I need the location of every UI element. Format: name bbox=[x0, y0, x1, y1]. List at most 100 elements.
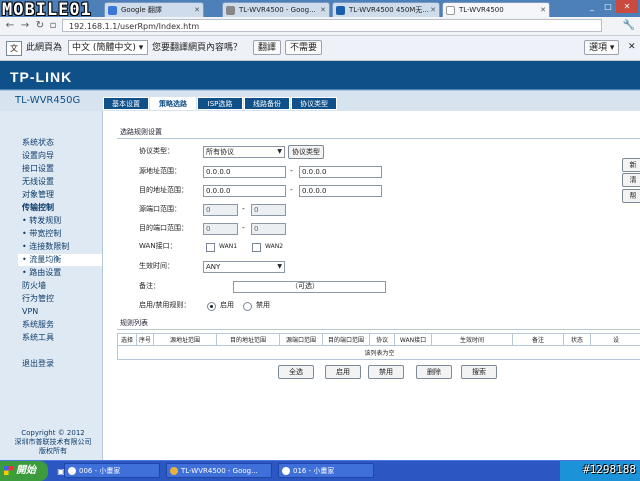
close-tab-icon[interactable]: ✕ bbox=[430, 3, 436, 17]
help-button[interactable]: 帮 bbox=[622, 189, 640, 203]
wan1-checkbox[interactable] bbox=[206, 243, 215, 252]
empty-list-text: 该列表为空 bbox=[118, 346, 640, 360]
paint-icon bbox=[68, 467, 76, 475]
src-port-label: 源端口范围： bbox=[139, 204, 181, 215]
tab-label: Google 翻譯 bbox=[121, 6, 162, 14]
sidebar-item-transfer-control[interactable]: 传输控制 bbox=[22, 202, 54, 214]
minimize-icon[interactable]: _ bbox=[584, 0, 600, 13]
main-content: 选路规则设置 协议类型： 所有协议▼ 协议类型 源地址范围： 0.0.0.0 -… bbox=[103, 111, 640, 460]
src-port-to-input[interactable]: 0 bbox=[251, 204, 286, 216]
wrench-icon[interactable]: 🔧 bbox=[622, 19, 636, 32]
tab-router-admin[interactable]: TL-WVR4500 ✕ bbox=[442, 2, 550, 17]
enable-radio[interactable] bbox=[207, 302, 216, 311]
chevron-down-icon: ▼ bbox=[277, 147, 282, 157]
translate-bar: 文 此網頁為 中文 (簡體中文) ▾ 您要翻譯網頁內容嗎？ 翻譯 不需要 選項 … bbox=[0, 36, 640, 61]
tab-basic-settings[interactable]: 基本设置 bbox=[103, 97, 149, 110]
col-dst-port: 目的端口范围 bbox=[323, 334, 370, 346]
protocol-select[interactable]: 所有协议 ▼ bbox=[203, 146, 285, 158]
tab-protocol-type[interactable]: 协议类型 bbox=[291, 97, 337, 110]
back-icon[interactable]: ← bbox=[3, 18, 17, 33]
sidebar-item-load-balance[interactable]: • 流量均衡 bbox=[18, 254, 102, 266]
translate-icon: 文 bbox=[6, 41, 22, 56]
close-translate-icon[interactable]: ✕ bbox=[628, 41, 636, 53]
col-note: 备注 bbox=[513, 334, 564, 346]
col-src-addr: 源地址范围 bbox=[154, 334, 217, 346]
disable-button[interactable]: 禁用 bbox=[368, 365, 404, 379]
sidebar-item-wireless[interactable]: 无线设置 bbox=[22, 176, 54, 188]
enable-button[interactable]: 启用 bbox=[325, 365, 361, 379]
wan2-label: WAN2 bbox=[265, 241, 283, 252]
sidebar-item-bandwidth[interactable]: • 带宽控制 bbox=[22, 228, 61, 240]
src-port-from-input[interactable]: 0 bbox=[203, 204, 238, 216]
language-value: 中文 (簡體中文) bbox=[72, 43, 136, 53]
tab-label: TL-WVR4500 bbox=[459, 6, 504, 14]
window-controls: _□✕ bbox=[584, 0, 638, 14]
forward-icon[interactable]: → bbox=[18, 18, 32, 33]
clear-button[interactable]: 清 bbox=[622, 173, 640, 187]
tab-tplink-page[interactable]: TL-WVR4500 450M无... ✕ bbox=[332, 2, 440, 17]
page-icon: ▫ bbox=[46, 18, 60, 33]
close-tab-icon[interactable]: ✕ bbox=[194, 3, 200, 17]
language-select[interactable]: 中文 (簡體中文) ▾ bbox=[68, 40, 148, 55]
sidebar-item-vpn[interactable]: VPN bbox=[22, 306, 38, 318]
delete-button[interactable]: 删除 bbox=[416, 365, 452, 379]
tab-label: TL-WVR4500 450M无... bbox=[349, 6, 429, 14]
start-button[interactable]: 開始 bbox=[0, 461, 48, 481]
protocol-value: 所有协议 bbox=[206, 148, 234, 156]
taskbar-item-paint-016[interactable]: 016 - 小畫家 bbox=[278, 463, 374, 478]
tab-google-search[interactable]: TL-WVR4500 - Goog... ✕ bbox=[222, 2, 330, 17]
sidebar-item-behavior[interactable]: 行为管控 bbox=[22, 293, 54, 305]
paint-icon bbox=[282, 467, 290, 475]
close-tab-icon[interactable]: ✕ bbox=[540, 3, 546, 17]
section-title-rule-list: 规则列表 bbox=[117, 318, 640, 330]
translate-prefix: 此網頁為 bbox=[26, 42, 62, 54]
search-button[interactable]: 搜索 bbox=[461, 365, 497, 379]
dst-port-from-input[interactable]: 0 bbox=[203, 223, 238, 235]
close-window-icon[interactable]: ✕ bbox=[616, 0, 638, 13]
taskbar-item-paint-006[interactable]: 006 - 小畫家 bbox=[64, 463, 160, 478]
dst-port-to-input[interactable]: 0 bbox=[251, 223, 286, 235]
sidebar-item-setup-wizard[interactable]: 设置向导 bbox=[22, 150, 54, 162]
task-label: 016 - 小畫家 bbox=[293, 467, 334, 475]
taskbar-item-chrome[interactable]: TL-WVR4500 - Goog... bbox=[166, 463, 272, 478]
tplink-logo: TP-LINK bbox=[10, 69, 72, 85]
dst-addr-from-input[interactable]: 0.0.0.0 bbox=[203, 185, 286, 197]
time-select[interactable]: ANY▼ bbox=[203, 261, 285, 273]
sidebar-item-services[interactable]: 系统服务 bbox=[22, 319, 54, 331]
disable-radio[interactable] bbox=[243, 302, 252, 311]
sidebar-item-interface[interactable]: 接口设置 bbox=[22, 163, 54, 175]
sidebar-item-forwarding[interactable]: • 转发规则 bbox=[22, 215, 61, 227]
sidebar-item-firewall[interactable]: 防火墙 bbox=[22, 280, 46, 292]
url-input[interactable]: 192.168.1.1/userRpm/Index.htm bbox=[62, 19, 602, 32]
dst-addr-to-input[interactable]: 0.0.0.0 bbox=[299, 185, 382, 197]
no-translate-button[interactable]: 不需要 bbox=[285, 40, 322, 55]
sidebar-item-tools[interactable]: 系统工具 bbox=[22, 332, 54, 344]
tab-policy-routing[interactable]: 策略选路 bbox=[150, 97, 196, 110]
wan1-label: WAN1 bbox=[219, 241, 237, 252]
sidebar-item-logout[interactable]: 退出登录 bbox=[22, 358, 54, 370]
select-all-button[interactable]: 全选 bbox=[278, 365, 314, 379]
dst-port-label: 目的端口范围： bbox=[139, 223, 188, 234]
src-addr-to-input[interactable]: 0.0.0.0 bbox=[299, 166, 382, 178]
maximize-icon[interactable]: □ bbox=[600, 0, 616, 13]
options-button[interactable]: 選項 ▾ bbox=[584, 40, 619, 55]
translate-button[interactable]: 翻譯 bbox=[253, 40, 281, 55]
col-select: 选择 bbox=[118, 334, 137, 346]
new-button[interactable]: 新 bbox=[622, 158, 640, 172]
disable-radio-label: 禁用 bbox=[256, 300, 270, 311]
sidebar-item-connection-limit[interactable]: • 连接数限制 bbox=[22, 241, 69, 253]
page-favicon-icon bbox=[446, 6, 455, 15]
sidebar-item-objects[interactable]: 对象管理 bbox=[22, 189, 54, 201]
tplink-favicon-icon bbox=[336, 6, 345, 15]
tab-line-backup[interactable]: 线路备份 bbox=[244, 97, 290, 110]
sidebar-item-system-status[interactable]: 系统状态 bbox=[22, 137, 54, 149]
note-hint: （可选） bbox=[291, 281, 319, 292]
range-dash: - bbox=[242, 222, 245, 233]
sidebar-item-routing[interactable]: • 路由设置 bbox=[22, 267, 61, 279]
reload-icon[interactable]: ↻ bbox=[33, 18, 47, 33]
close-tab-icon[interactable]: ✕ bbox=[320, 3, 326, 17]
protocol-type-button[interactable]: 协议类型 bbox=[288, 145, 324, 159]
src-addr-from-input[interactable]: 0.0.0.0 bbox=[203, 166, 286, 178]
wan2-checkbox[interactable] bbox=[252, 243, 261, 252]
tab-isp-routing[interactable]: ISP选路 bbox=[197, 97, 243, 110]
